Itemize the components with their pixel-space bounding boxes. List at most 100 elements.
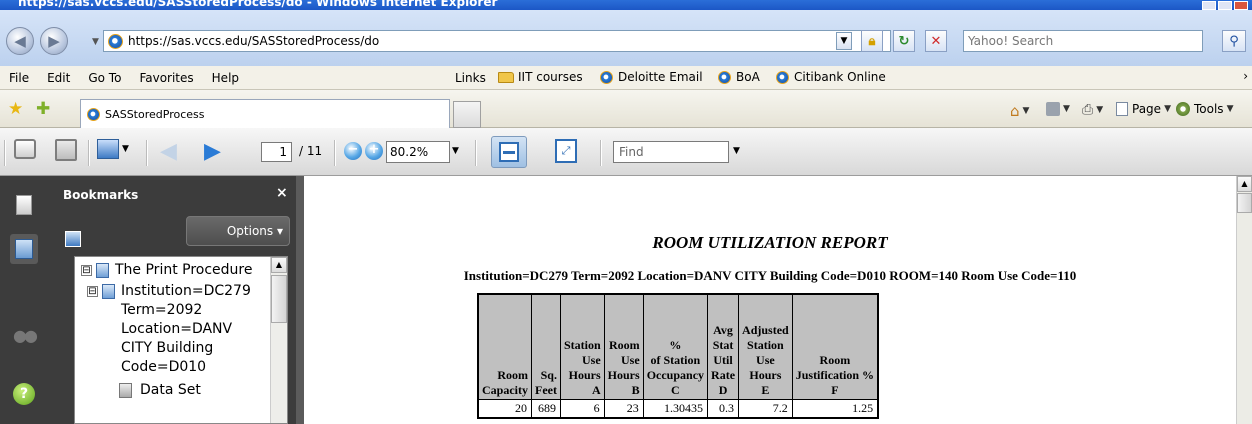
forward-button[interactable]: ▶ (40, 27, 68, 55)
add-favorites-icon[interactable]: ✚ (36, 99, 50, 119)
tree-item-institution[interactable]: ⊟ Institution=DC279 Term=2092 Location=D… (87, 282, 251, 377)
fit-page-button[interactable]: ⤢ (555, 139, 577, 163)
feeds-button[interactable]: ▼ (1046, 102, 1076, 116)
address-input[interactable]: https://sas.vccs.edu/SASStoredProcess/do (103, 30, 891, 52)
scroll-thumb[interactable] (271, 275, 287, 323)
find-dropdown-button[interactable]: ▼ (733, 146, 740, 156)
document-scrollbar[interactable]: ▲ (1236, 176, 1252, 424)
chevron-down-icon: ▼ (122, 144, 129, 154)
bookmark-icon (102, 284, 115, 299)
column-header-line: Avg (713, 322, 733, 337)
zoom-out-button[interactable]: − (344, 142, 362, 160)
gear-icon (1176, 102, 1190, 116)
scroll-thumb[interactable] (1237, 193, 1252, 213)
new-tab-button[interactable] (453, 101, 481, 128)
column-header-line: C (671, 382, 680, 397)
minimize-button[interactable] (1202, 1, 1216, 10)
help-button[interactable]: ? (10, 379, 38, 409)
find-input[interactable]: Find (613, 141, 729, 163)
new-bookmark-icon[interactable] (65, 231, 81, 247)
ie-icon (87, 107, 100, 121)
close-bookmarks-button[interactable]: × (276, 185, 288, 201)
toolbar-separator (146, 140, 148, 166)
save-pdf-button[interactable] (55, 139, 77, 161)
favorites-star-icon[interactable]: ★ (8, 99, 23, 119)
tools-menu-label: Tools (1194, 102, 1224, 116)
link-label: Citibank Online (794, 70, 886, 84)
previous-page-button[interactable]: ◀ (160, 139, 177, 164)
column-header-line: Occupancy (646, 367, 705, 382)
link-citibank-online[interactable]: Citibank Online (776, 70, 886, 84)
column-header-line: Justification % (795, 367, 875, 382)
zoom-input[interactable]: 80.2% (386, 141, 450, 163)
pages-panel-button[interactable] (10, 190, 38, 220)
print-button[interactable]: ⎙ ▼ (1082, 102, 1109, 118)
stop-button[interactable]: ✕ (925, 30, 947, 52)
table-cell: 20 (477, 398, 532, 419)
table-row: 20 689 6 23 1.30435 0.3 7.2 1.25 (477, 398, 879, 419)
feeds-icon (1046, 102, 1060, 116)
find-panel-button[interactable]: ●● (10, 320, 38, 350)
tools-menu-button[interactable]: Tools ▼ (1176, 102, 1239, 116)
column-header: Room Use Hours B (603, 293, 644, 400)
page-menu-button[interactable]: Page ▼ (1116, 102, 1177, 116)
column-header-line: Sq. (540, 367, 557, 382)
scroll-up-button[interactable]: ▲ (271, 257, 287, 273)
zoom-dropdown-button[interactable]: ▼ (452, 146, 459, 156)
menu-goto[interactable]: Go To (88, 71, 121, 85)
bookmarks-options-button[interactable]: Options ▾ (186, 216, 290, 246)
tree-item-data-set[interactable]: Data Set (119, 381, 201, 400)
menu-help[interactable]: Help (212, 71, 239, 85)
link-iit-courses[interactable]: IIT courses (498, 70, 583, 84)
address-dropdown-button[interactable]: ▼ (836, 32, 852, 50)
share-button[interactable]: ▼ (97, 139, 129, 159)
tree-item-label: Data Set (140, 382, 201, 398)
navigation-pane-strip: ●● ? (0, 176, 48, 424)
fit-width-button[interactable] (491, 136, 527, 168)
tree-item-print-procedure[interactable]: ⊟ The Print Procedure (81, 261, 252, 280)
bookmarks-panel-button[interactable] (10, 234, 38, 264)
link-boa[interactable]: BoA (718, 70, 760, 84)
zoom-in-button[interactable]: + (365, 142, 383, 160)
ie-icon (718, 70, 731, 84)
search-button[interactable]: ⚲ (1222, 30, 1246, 52)
page-number-input[interactable]: 1 (261, 142, 292, 162)
collapse-toggle[interactable]: ⊟ (81, 265, 92, 276)
table-cell: 1.25 (791, 398, 879, 419)
scroll-up-button[interactable]: ▲ (1237, 176, 1252, 192)
table-cell: 1.30435 (642, 398, 709, 419)
recent-pages-dropdown[interactable]: ▼ (92, 37, 99, 47)
lock-button[interactable]: 🔒︎ (861, 30, 883, 52)
tree-scrollbar[interactable]: ▲ (270, 257, 287, 423)
refresh-button[interactable]: ↻ (893, 30, 915, 52)
print-pdf-button[interactable] (14, 139, 36, 159)
column-header-line: D (718, 382, 728, 397)
close-window-button[interactable] (1234, 1, 1248, 10)
menu-edit[interactable]: Edit (47, 71, 70, 85)
search-input[interactable]: Yahoo! Search (963, 30, 1203, 52)
forward-arrow-icon: ▶ (48, 32, 60, 50)
home-button[interactable]: ⌂ ▼ (1010, 102, 1035, 120)
table-cell: 23 (603, 398, 644, 419)
page-total: / 11 (299, 144, 323, 158)
collapse-toggle[interactable]: ⊟ (87, 286, 98, 297)
column-header-line: Capacity (482, 382, 528, 397)
tab-sasstoredprocess[interactable]: SASStoredProcess (80, 99, 450, 128)
next-page-button[interactable]: ▶ (204, 139, 221, 164)
link-label: BoA (736, 70, 760, 84)
tab-bar: ★ ✚ SASStoredProcess ⌂ ▼ ▼ ⎙ ▼ Page ▼ Tools… (0, 90, 1252, 128)
column-header-line: E (761, 382, 770, 397)
menu-file[interactable]: File (9, 71, 29, 85)
dataset-icon (119, 383, 132, 398)
tree-item-label: The Print Procedure (115, 262, 253, 278)
maximize-button[interactable] (1218, 1, 1232, 10)
menu-favorites[interactable]: Favorites (139, 71, 193, 85)
back-button[interactable]: ◀ (6, 27, 34, 55)
table-cell: 6 (559, 398, 605, 419)
column-header-line: A (592, 382, 601, 397)
report-title: ROOM UTILIZATION REPORT (652, 233, 888, 252)
links-overflow-chevron[interactable]: › (1243, 69, 1248, 83)
panel-resize-handle[interactable] (296, 176, 304, 424)
link-deloitte-email[interactable]: Deloitte Email (600, 70, 703, 84)
bookmarks-title: Bookmarks (63, 188, 139, 202)
